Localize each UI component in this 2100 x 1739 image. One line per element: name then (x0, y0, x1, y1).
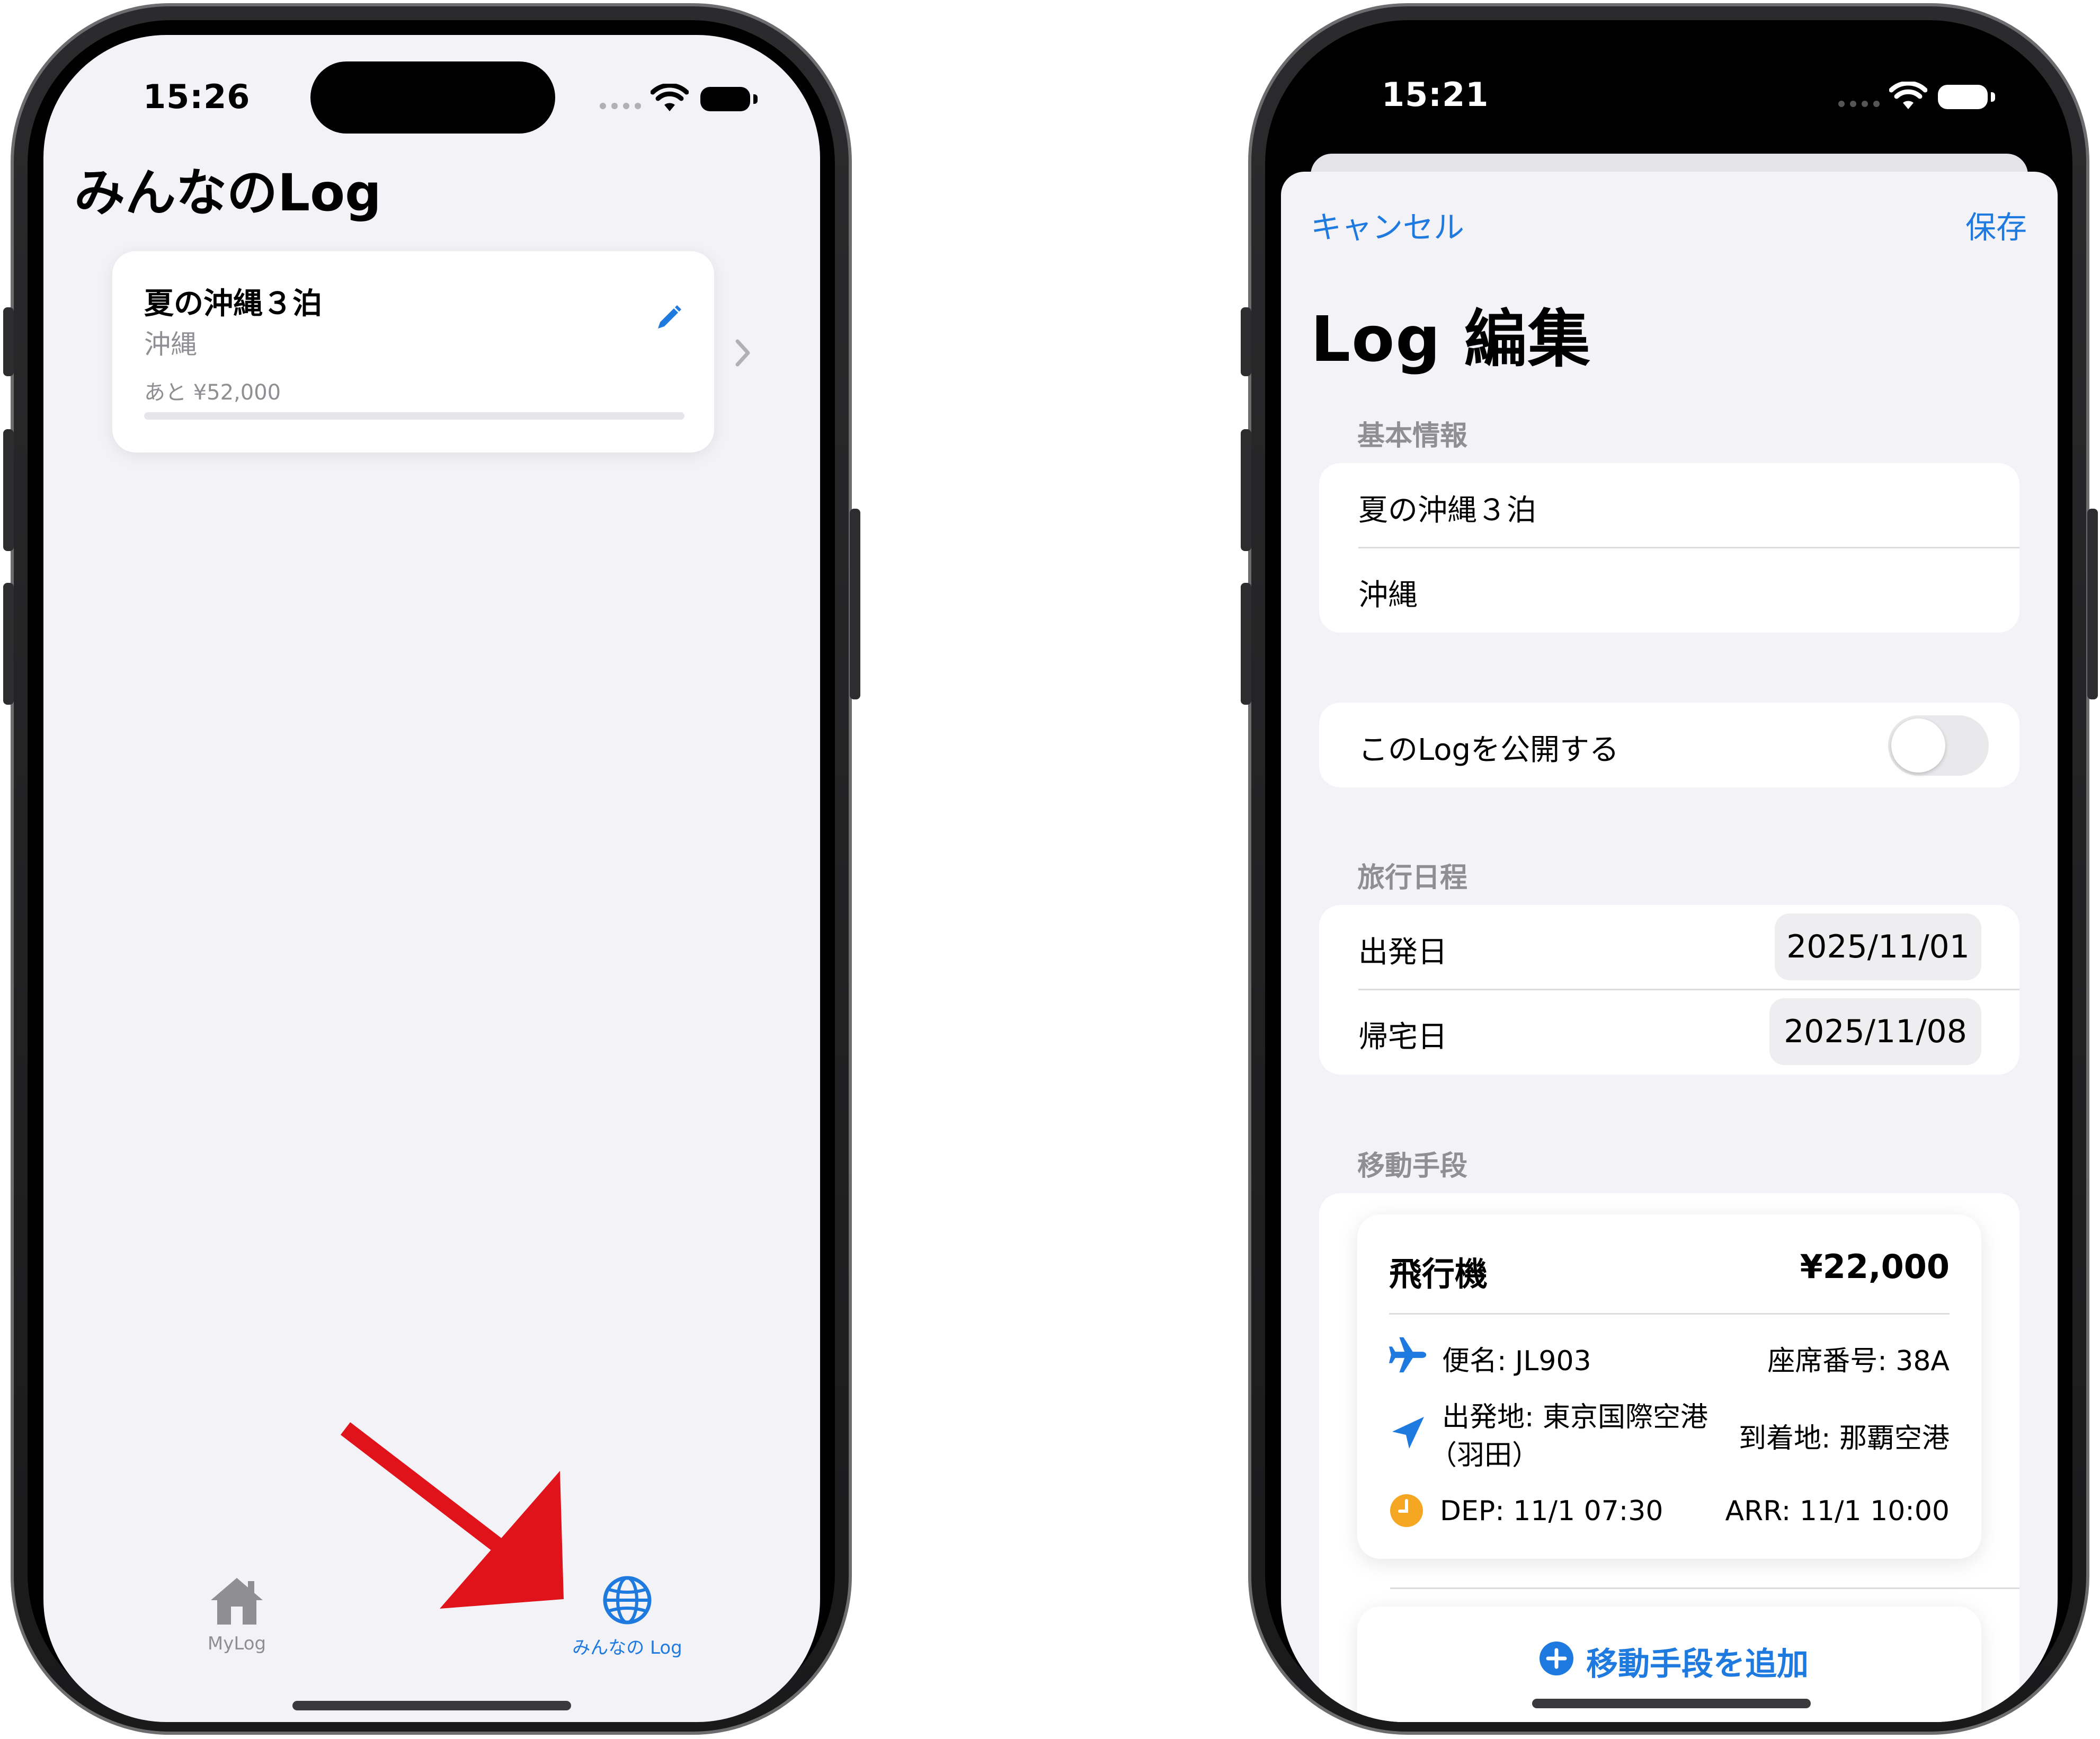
location-arrow-icon (1392, 1417, 1424, 1449)
publish-group: このLogを公開する (1319, 703, 2019, 787)
house-icon[interactable] (208, 1574, 266, 1627)
add-transport-label: 移動手段を追加 (1586, 1646, 1809, 1683)
plus-circle-icon (1540, 1642, 1573, 1675)
status-time: 15:26 (143, 77, 251, 116)
tab-everyone-log[interactable]: みんなの Log (558, 1633, 696, 1659)
dynamic-island (310, 61, 555, 134)
chevron-right-icon[interactable] (732, 337, 753, 369)
transport-type: 飛行機 (1389, 1255, 1488, 1293)
right-side-button-volume-up (1241, 429, 1251, 551)
budget-progress-bar (144, 412, 684, 420)
right-side-button-volume-down (1241, 583, 1251, 705)
section-header-basic-info: 基本情報 (1357, 420, 1468, 452)
tab-mylog[interactable]: MyLog (168, 1633, 306, 1654)
publish-label: このLogを公開する (1358, 733, 1620, 767)
transport-group: 飛行機 ¥22,000 便名: JL903 座席番号: 38A 出発地: 東京国… (1319, 1193, 2019, 1722)
airplane-icon (1389, 1337, 1427, 1373)
group-divider (1390, 1587, 2019, 1589)
departure-time: DEP: 11/1 07:30 (1440, 1495, 1663, 1527)
clock-icon (1390, 1494, 1423, 1527)
status-time: 15:21 (1382, 75, 1489, 114)
left-side-button-volume-up (3, 429, 14, 551)
departure-airport: 出発地: 東京国際空港 (1442, 1401, 1709, 1433)
page-title: みんなのLog (74, 163, 381, 223)
cellular-signal-icon (1838, 101, 1880, 107)
cancel-button[interactable]: キャンセル (1311, 202, 1464, 247)
home-indicator (1532, 1699, 1811, 1708)
section-header-transport: 移動手段 (1357, 1150, 1468, 1182)
row-divider (1358, 547, 2019, 548)
departure-label: 出発日 (1358, 935, 1447, 970)
section-header-schedule: 旅行日程 (1357, 862, 1468, 894)
left-side-button-volume-down (3, 583, 14, 705)
left-side-button-action (3, 307, 14, 376)
arrow-pointer-icon (340, 1422, 564, 1609)
return-label: 帰宅日 (1358, 1020, 1447, 1054)
seat-number: 座席番号: 38A (1767, 1345, 1950, 1377)
log-card[interactable]: 夏の沖縄３泊 沖縄 あと ¥52,000 (112, 251, 714, 453)
arrival-airport: 到着地: 那覇空港 (1738, 1423, 1950, 1454)
edit-sheet: キャンセル 保存 Log 編集 基本情報 夏の沖縄３泊 沖縄 このLogを公開す… (1281, 172, 2058, 1722)
flight-number: 便名: JL903 (1442, 1345, 1591, 1377)
schedule-group: 出発日 2025/11/01 帰宅日 2025/11/08 (1319, 905, 2019, 1075)
return-date-picker[interactable]: 2025/11/08 (1769, 998, 1981, 1065)
destination-field[interactable]: 沖縄 (1358, 571, 1418, 614)
basic-info-group: 夏の沖縄３泊 沖縄 (1319, 463, 2019, 633)
departure-airport-sub: （羽田） (1429, 1440, 1540, 1471)
toggle-knob (1891, 718, 1945, 773)
cellular-signal-icon (600, 103, 641, 109)
save-button[interactable]: 保存 (1965, 202, 2027, 247)
title-field[interactable]: 夏の沖縄３泊 (1358, 486, 1536, 529)
left-screen: 15:26 みんなのLog 夏の沖縄３泊 沖縄 あと ¥52,000 MyLog (43, 35, 820, 1722)
home-indicator (292, 1701, 571, 1710)
log-card-title: 夏の沖縄３泊 (144, 287, 322, 321)
departure-date-picker[interactable]: 2025/11/01 (1775, 913, 1981, 980)
right-screen: 15:21 キャンセル 保存 Log 編集 基本情報 夏の沖縄３泊 沖縄 このL… (1281, 35, 2058, 1722)
transport-price: ¥22,000 (1800, 1247, 1950, 1286)
arrival-time: ARR: 11/1 10:00 (1725, 1495, 1950, 1527)
left-side-button-power (850, 509, 860, 699)
card-divider (1389, 1313, 1950, 1315)
log-card-destination: 沖縄 (144, 329, 197, 360)
battery-icon (700, 87, 758, 111)
battery-icon (1938, 85, 1995, 109)
row-divider (1358, 989, 2019, 990)
globe-icon[interactable] (601, 1574, 654, 1627)
wifi-icon (651, 84, 689, 111)
edit-pencil-icon[interactable] (653, 302, 684, 334)
page-title: Log 編集 (1311, 303, 1591, 376)
transport-item-card[interactable]: 飛行機 ¥22,000 便名: JL903 座席番号: 38A 出発地: 東京国… (1357, 1214, 1981, 1559)
right-side-button-action (1241, 307, 1251, 376)
publish-toggle[interactable] (1888, 715, 1989, 776)
wifi-icon (1889, 82, 1927, 109)
right-side-button-power (2087, 509, 2098, 699)
log-card-remaining-budget: あと ¥52,000 (144, 380, 281, 405)
